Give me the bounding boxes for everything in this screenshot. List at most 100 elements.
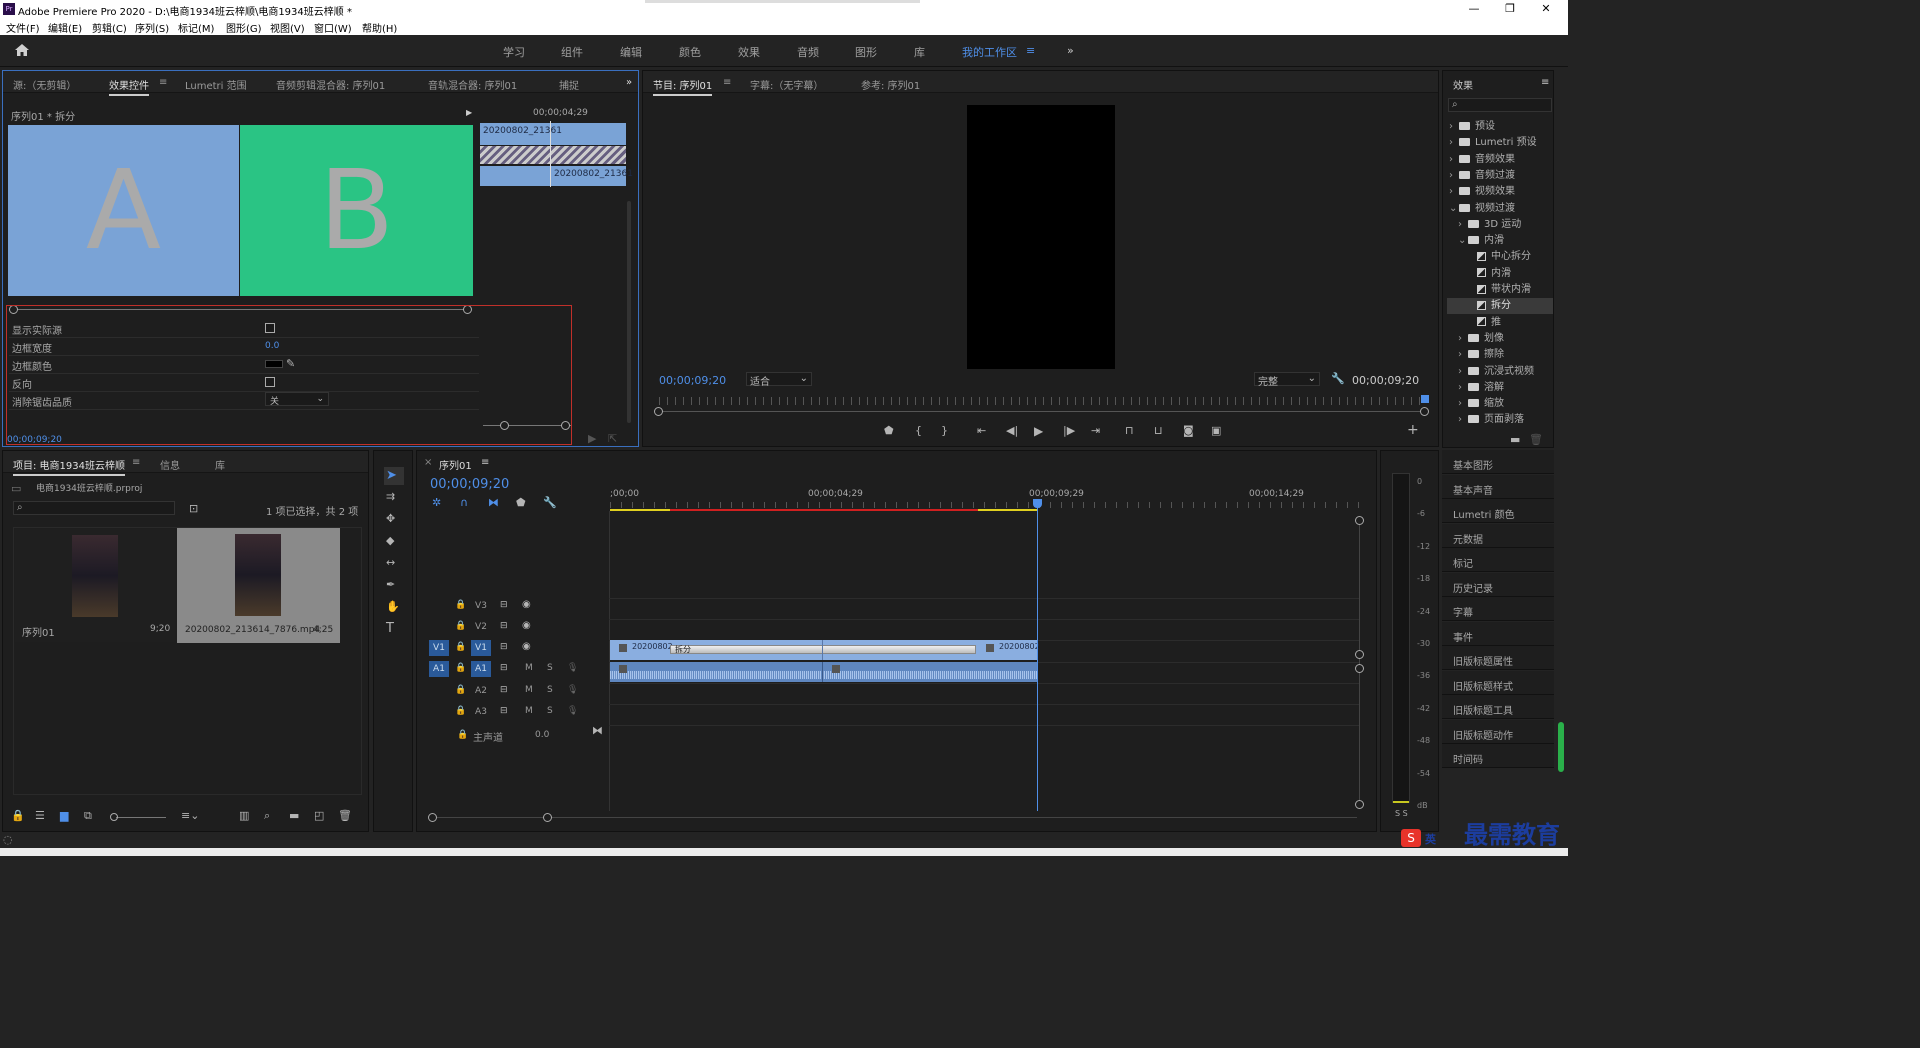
chevron-right-icon[interactable]: › <box>1458 398 1468 409</box>
vscroll-mid-1[interactable] <box>1355 650 1364 659</box>
track-lock-icon[interactable]: 🔒 <box>455 661 466 675</box>
effects-tree-item[interactable]: › 音频效果 <box>1449 150 1515 165</box>
mark-out-icon[interactable]: } <box>941 424 948 438</box>
effects-tree-item[interactable]: › 缩放 <box>1458 394 1504 409</box>
workspace-more-icon[interactable]: » <box>1067 44 1074 57</box>
effects-menu-icon[interactable]: ≡ <box>1541 77 1549 88</box>
right-panel-item[interactable]: 元数据 <box>1442 523 1554 548</box>
sync-lock-icon[interactable]: ⊟ <box>500 619 508 633</box>
program-zoom-right[interactable] <box>1420 407 1429 416</box>
quality-select[interactable]: 完整 ⌄ <box>1254 372 1320 388</box>
tab-source[interactable]: 源:（无剪辑） <box>13 77 76 92</box>
tab-capture[interactable]: 捕捉 <box>559 77 579 92</box>
effects-tree-item[interactable]: › 预设 <box>1449 117 1495 132</box>
track-lock-icon[interactable]: 🔒 <box>455 598 466 612</box>
tab-project-menu-icon[interactable]: ≡ <box>132 457 140 468</box>
chevron-right-icon[interactable]: › <box>1449 121 1459 132</box>
lift-icon[interactable]: ⊓ <box>1125 424 1134 438</box>
workspace-audio[interactable]: 音频 <box>797 44 819 60</box>
mute-button[interactable]: M <box>525 706 533 716</box>
step-back-icon[interactable]: ◀| <box>1006 424 1018 438</box>
vscroll-mid-2[interactable] <box>1355 664 1364 673</box>
trash-icon[interactable]: 🗑 <box>338 809 352 823</box>
automate-icon[interactable]: ▥ <box>239 809 249 823</box>
tab-project[interactable]: 项目: 电商1934班云梓顺 <box>13 457 125 476</box>
effects-tree-item[interactable]: › 3D 运动 <box>1458 215 1521 230</box>
right-panel-item[interactable]: 旧版标题工具 <box>1442 695 1554 719</box>
track-lock-icon[interactable]: 🔒 <box>455 683 466 697</box>
effects-tree-item[interactable]: ⌄ 视频过渡 <box>1449 199 1515 214</box>
microphone-icon[interactable]: 🎙 <box>567 683 578 697</box>
tab-menu-icon[interactable]: ≡ <box>159 77 167 88</box>
ripple-edit-icon[interactable]: ✥ <box>386 512 395 526</box>
effects-tree-item[interactable]: 带状内滑 <box>1467 280 1531 295</box>
ec-playhead[interactable] <box>550 121 551 187</box>
vscroll-top[interactable] <box>1355 516 1364 525</box>
track-lock-icon[interactable]: 🔒 <box>455 640 466 654</box>
hscroll-left[interactable] <box>428 813 437 822</box>
timeline-playhead-head[interactable] <box>1033 499 1042 508</box>
prop-border-width-value[interactable]: 0.0 <box>265 341 279 351</box>
menu-file[interactable]: 文件(F) <box>6 20 40 35</box>
effects-tree-item[interactable]: › 视频效果 <box>1449 182 1515 197</box>
microphone-icon[interactable]: 🎙 <box>567 704 578 718</box>
filter-icon[interactable]: ▶ <box>588 432 596 446</box>
a1-clip[interactable] <box>610 662 1037 682</box>
workspace-libraries[interactable]: 库 <box>914 44 925 60</box>
chevron-right-icon[interactable]: › <box>1449 137 1459 148</box>
close-button[interactable]: ✕ <box>1536 1 1556 17</box>
ec-scrollbar[interactable] <box>627 201 631 423</box>
eyedropper-icon[interactable]: ✎ <box>286 357 295 371</box>
track-lock-icon[interactable]: 🔒 <box>455 619 466 633</box>
chevron-down-icon[interactable]: ⌄ <box>1458 235 1468 246</box>
workspace-my[interactable]: 我的工作区 <box>962 44 1017 60</box>
play-triangle-icon[interactable]: ▶ <box>466 108 472 117</box>
timeline-tab[interactable]: 序列01 <box>439 457 472 472</box>
play-icon[interactable]: ▶ <box>1034 424 1043 438</box>
v1-clip[interactable]: 20200802_ 拆分 20200802 <box>610 640 1040 660</box>
chevron-right-icon[interactable]: › <box>1458 333 1468 344</box>
right-panel-item[interactable]: 旧版标题样式 <box>1442 670 1554 695</box>
right-panel-item[interactable]: 历史记录 <box>1442 572 1554 597</box>
eye-icon[interactable]: ◉ <box>522 640 531 654</box>
chevron-right-icon[interactable]: › <box>1458 219 1468 230</box>
extract-icon[interactable]: ⊔ <box>1154 424 1163 438</box>
go-to-in-icon[interactable]: ⇤ <box>977 424 986 438</box>
project-item-sequence[interactable]: 序列01 9;20 <box>15 529 175 642</box>
program-zoom-bar[interactable] <box>659 411 1425 412</box>
effects-tree-item[interactable]: ⌄ 内滑 <box>1458 231 1504 246</box>
snap-icon[interactable]: ∩ <box>460 496 468 510</box>
workspace-menu-icon[interactable]: ≡ <box>1026 44 1035 57</box>
timeline-menu-icon[interactable]: ≡ <box>481 457 489 468</box>
master-lock-icon[interactable]: 🔒 <box>457 728 468 742</box>
source-patch-v1[interactable]: V1 <box>429 640 449 656</box>
effects-tree-item[interactable]: › Lumetri 预设 <box>1449 133 1537 148</box>
menu-window[interactable]: 窗口(W) <box>314 20 352 35</box>
sync-lock-icon[interactable]: ⊟ <box>500 661 508 675</box>
menu-help[interactable]: 帮助(H) <box>362 20 397 35</box>
chevron-right-icon[interactable]: › <box>1449 154 1459 165</box>
mute-button[interactable]: M <box>525 663 533 673</box>
ec-clip-b[interactable]: 20200802_21361 <box>480 166 633 186</box>
new-bin-icon[interactable]: ▬ <box>289 809 299 823</box>
effects-tree-item[interactable]: 推 <box>1467 313 1501 328</box>
effects-tree-item[interactable]: › 页面剥落 <box>1458 410 1524 425</box>
track-target-a3[interactable]: A3 <box>471 704 491 720</box>
hand-icon[interactable]: ✋ <box>386 600 400 614</box>
hscroll-right[interactable] <box>543 813 552 822</box>
solo-button[interactable]: S <box>547 663 553 673</box>
right-panel-item[interactable]: 标记 <box>1442 548 1554 572</box>
ec-transition-bar[interactable] <box>480 146 626 164</box>
sync-lock-icon[interactable]: ⊟ <box>500 704 508 718</box>
thumb-size-handle[interactable] <box>110 813 118 821</box>
program-playhead[interactable] <box>1421 395 1429 403</box>
transition-split[interactable]: 拆分 <box>670 645 976 654</box>
project-search-input[interactable]: ⌕ <box>13 501 175 515</box>
minimize-button[interactable]: — <box>1464 1 1484 17</box>
microphone-icon[interactable]: 🎙 <box>567 661 578 675</box>
timeline-playhead[interactable] <box>1037 499 1038 811</box>
master-track-value[interactable]: 0.0 <box>535 730 549 740</box>
slip-icon[interactable]: ↔ <box>386 556 395 570</box>
ec-zoom-handle-left[interactable] <box>500 421 509 430</box>
selection-tool-icon[interactable]: ➤ <box>386 469 397 483</box>
